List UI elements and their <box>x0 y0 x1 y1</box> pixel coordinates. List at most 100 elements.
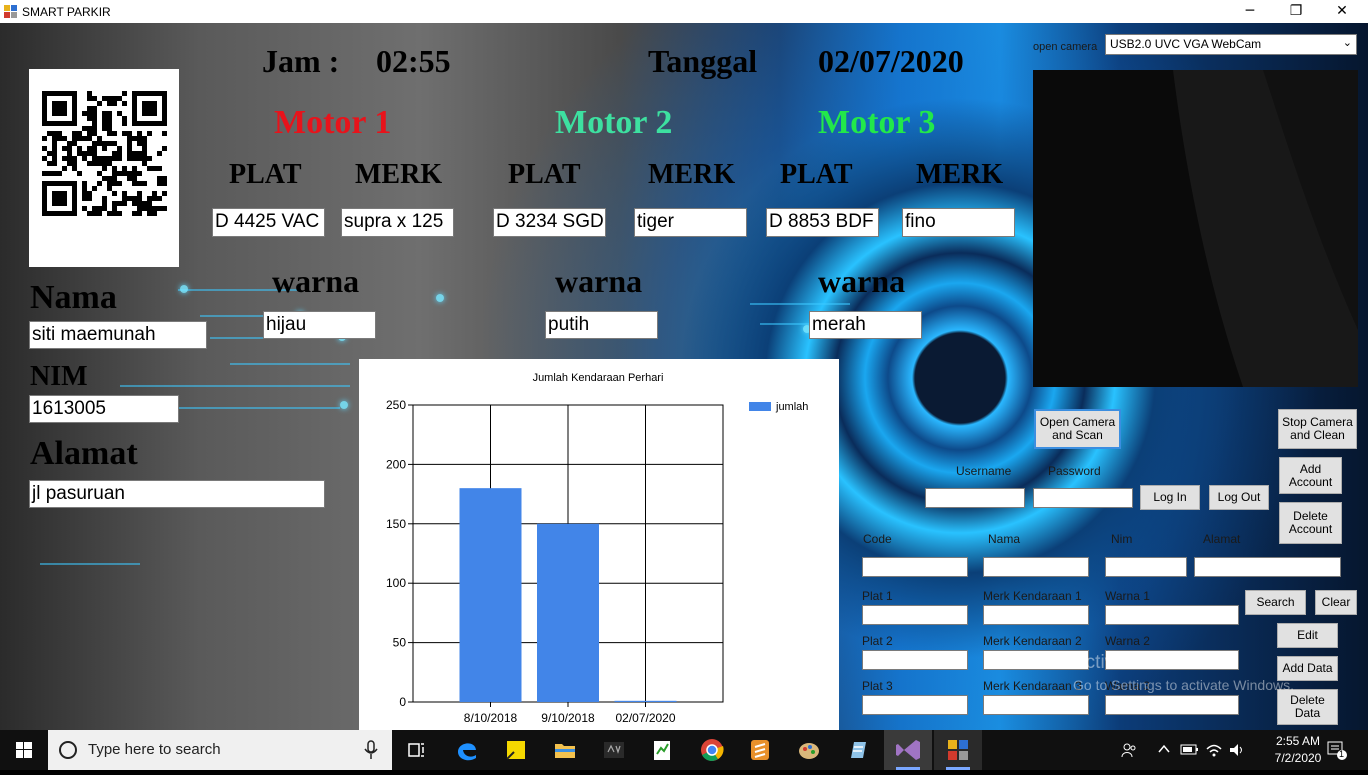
chevron-up-icon[interactable] <box>1158 743 1170 755</box>
qr-module <box>87 126 92 131</box>
warna3-input[interactable] <box>1105 695 1239 715</box>
jam-value: 02:55 <box>376 43 451 79</box>
search-button[interactable]: Search <box>1245 590 1306 615</box>
qr-module <box>107 141 112 146</box>
qr-module <box>142 141 147 146</box>
qr-module <box>82 196 87 201</box>
qr-module <box>152 191 157 196</box>
qr-module <box>112 96 117 101</box>
delete-data-button[interactable]: Delete Data <box>1277 689 1338 725</box>
visual-studio-icon[interactable] <box>884 730 932 770</box>
task-view-icon[interactable] <box>402 736 430 764</box>
qr-module <box>87 146 92 151</box>
qr-module <box>117 211 122 216</box>
password-input[interactable] <box>1033 488 1133 508</box>
alamat-label: Alamat <box>30 435 138 472</box>
qr-module <box>127 136 132 141</box>
qr-module <box>137 191 142 196</box>
qr-module <box>127 176 132 181</box>
window-title: SMART PARKIR <box>22 5 111 19</box>
plat1-input[interactable] <box>862 605 968 625</box>
qr-module <box>112 156 117 161</box>
nim-field[interactable]: 1613005 <box>29 395 179 423</box>
windows-logo-icon <box>16 742 32 758</box>
notepad-icon[interactable] <box>844 736 872 764</box>
motor2-merk-field[interactable]: tiger <box>634 208 747 237</box>
file-explorer-icon[interactable] <box>551 736 579 764</box>
motor3-merk-label: MERK <box>916 159 1004 190</box>
avr-app-icon[interactable] <box>600 736 628 764</box>
app-icon <box>4 5 17 18</box>
clear-button[interactable]: Clear <box>1315 590 1357 615</box>
qr-module <box>77 131 82 136</box>
username-input[interactable] <box>925 488 1025 508</box>
form-alamat-input[interactable] <box>1194 557 1341 577</box>
main-canvas: Jam : 02:55 Tanggal 02/07/2020 Motor 1 P… <box>0 23 1368 730</box>
qr-code <box>29 69 179 267</box>
plat3-input[interactable] <box>862 695 968 715</box>
sublime-text-icon[interactable] <box>746 736 774 764</box>
camera-device-select[interactable]: USB2.0 UVC VGA WebCam ⌄ <box>1105 34 1357 55</box>
start-button[interactable] <box>0 730 48 770</box>
paint-icon[interactable] <box>795 736 823 764</box>
qr-module <box>112 151 117 156</box>
qr-module <box>62 166 67 171</box>
nama-field[interactable]: siti maemunah <box>29 321 207 349</box>
motor3-merk-field[interactable]: fino <box>902 208 1015 237</box>
motor3-plat-field[interactable]: D 8853 BDF <box>766 208 879 237</box>
qr-module <box>107 181 112 186</box>
qr-module <box>107 161 112 166</box>
project-app-icon[interactable] <box>648 736 676 764</box>
code-input[interactable] <box>862 557 968 577</box>
system-clock[interactable]: 2:55 AM 7/2/2020 <box>1270 733 1326 767</box>
merk1-input[interactable] <box>983 605 1089 625</box>
qr-module <box>112 206 117 211</box>
motor3-warna-field[interactable]: merah <box>809 311 922 339</box>
motor1-warna-field[interactable]: hijau <box>263 311 376 339</box>
form-nim-input[interactable] <box>1105 557 1187 577</box>
alamat-field[interactable]: jl pasuruan <box>29 480 325 508</box>
motor1-plat-field[interactable]: D 4425 VAC <box>212 208 325 237</box>
smart-parkir-taskbar-icon[interactable] <box>934 730 982 770</box>
minimize-button[interactable]: ─ <box>1227 0 1273 23</box>
action-center-icon[interactable]: 1 <box>1326 740 1348 760</box>
qr-module <box>87 161 92 166</box>
logout-button[interactable]: Log Out <box>1209 485 1269 510</box>
qr-finder-center <box>52 191 67 206</box>
qr-module <box>112 201 117 206</box>
add-account-button[interactable]: Add Account <box>1279 457 1342 494</box>
warna1-input[interactable] <box>1105 605 1239 625</box>
network-icon[interactable] <box>1205 741 1223 759</box>
plat2-input[interactable] <box>862 650 968 670</box>
taskbar-search-box[interactable]: Type here to search <box>48 730 392 770</box>
chart-ytick-label: 250 <box>386 398 406 412</box>
qr-module <box>97 206 102 211</box>
people-icon[interactable] <box>1120 741 1138 759</box>
login-button[interactable]: Log In <box>1140 485 1200 510</box>
volume-icon[interactable] <box>1228 741 1246 759</box>
battery-icon[interactable] <box>1180 742 1200 758</box>
qr-module <box>127 141 132 146</box>
qr-module <box>132 201 137 206</box>
qr-module <box>67 146 72 151</box>
qr-module <box>57 136 62 141</box>
sticky-notes-icon[interactable] <box>502 736 530 764</box>
qr-module <box>87 131 92 136</box>
chrome-icon[interactable] <box>698 736 726 764</box>
edge-browser-icon[interactable] <box>453 736 481 764</box>
close-button[interactable]: ✕ <box>1319 0 1365 23</box>
maximize-button[interactable]: ❐ <box>1273 0 1319 23</box>
chart-ytick-label: 50 <box>393 636 407 650</box>
motor2-plat-field[interactable]: D 3234 SGD <box>493 208 606 237</box>
edit-button[interactable]: Edit <box>1277 623 1338 648</box>
form-nama-input[interactable] <box>983 557 1089 577</box>
motor1-merk-field[interactable]: supra x 125 <box>341 208 454 237</box>
motor2-warna-field[interactable]: putih <box>545 311 658 339</box>
warna2-label: Warna 2 <box>1105 634 1150 648</box>
merk3-input[interactable] <box>983 695 1089 715</box>
qr-module <box>87 91 92 96</box>
stop-camera-clean-button[interactable]: Stop Camera and Clean <box>1278 409 1357 449</box>
open-camera-scan-button[interactable]: Open Camera and Scan <box>1034 409 1121 449</box>
qr-module <box>92 186 97 191</box>
delete-account-button[interactable]: Delete Account <box>1279 502 1342 544</box>
